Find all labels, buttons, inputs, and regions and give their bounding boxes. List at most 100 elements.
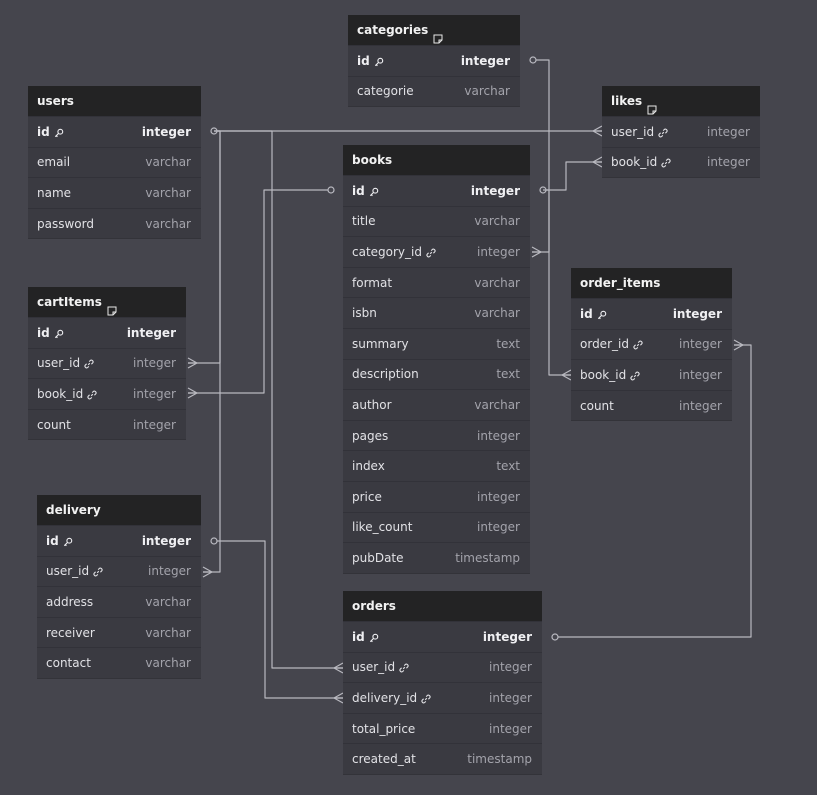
field-name: summary	[352, 336, 409, 351]
field-name: index	[352, 459, 385, 474]
field-row[interactable]: user_id integer	[37, 555, 201, 587]
rel-books-cartitems[interactable]	[187, 186, 335, 399]
field-row[interactable]: id integer	[28, 317, 186, 348]
field-row[interactable]: address varchar	[37, 586, 201, 617]
field-name-group: book_id	[37, 387, 97, 401]
field-name-group: isbn	[352, 306, 377, 320]
field-row[interactable]: price integer	[343, 480, 530, 512]
table-header[interactable]: delivery	[37, 495, 201, 525]
field-row[interactable]: password varchar	[28, 207, 201, 239]
note-icon[interactable]	[433, 25, 443, 44]
field-name: address	[46, 594, 94, 609]
field-row[interactable]: contact varchar	[37, 647, 201, 678]
field-name: title	[352, 214, 376, 229]
many-end-marker	[733, 339, 744, 351]
field-name: user_id	[37, 356, 81, 371]
key-icon	[374, 56, 384, 66]
field-row[interactable]: name varchar	[28, 177, 201, 208]
table-users[interactable]: users id integer email varchar name varchar pas…	[28, 86, 201, 239]
field-name-group: author	[352, 398, 392, 412]
field-name-group: delivery_id	[352, 691, 431, 705]
field-row[interactable]: id integer	[343, 621, 542, 652]
one-end-marker	[327, 186, 335, 194]
field-name-group: id	[352, 184, 379, 198]
field-row[interactable]: id integer	[37, 525, 201, 556]
field-row[interactable]: id integer	[343, 175, 530, 206]
link-icon	[399, 662, 409, 673]
rel-books-likes[interactable]	[539, 156, 603, 194]
field-row[interactable]: book_id integer	[28, 378, 186, 409]
field-row[interactable]: user_id integer	[28, 347, 186, 379]
field-type: integer	[489, 660, 532, 675]
field-row[interactable]: email varchar	[28, 146, 201, 178]
rel-users-delivery[interactable]	[202, 130, 221, 578]
field-type: varchar	[145, 216, 191, 231]
field-row[interactable]: count integer	[571, 389, 732, 421]
field-row[interactable]: title varchar	[343, 205, 530, 237]
field-name: pubDate	[352, 550, 404, 565]
note-icon[interactable]	[647, 96, 657, 115]
table-header[interactable]: orders	[343, 591, 542, 621]
field-row[interactable]: order_id integer	[571, 328, 732, 360]
field-row[interactable]: category_id integer	[343, 236, 530, 267]
field-type: varchar	[145, 594, 191, 609]
field-type: integer	[707, 124, 750, 139]
field-type: integer	[126, 325, 176, 340]
table-header[interactable]: likes	[602, 86, 760, 116]
rel-delivery-orders[interactable]	[210, 537, 344, 704]
field-row[interactable]: book_id integer	[571, 359, 732, 390]
table-categories[interactable]: categories id integer categorie varchar	[348, 15, 520, 107]
rel-users-orders[interactable]	[214, 130, 344, 674]
field-row[interactable]: index text	[343, 450, 530, 481]
field-row[interactable]: count integer	[28, 408, 186, 440]
field-row[interactable]: id integer	[571, 298, 732, 329]
table-header[interactable]: categories	[348, 15, 520, 45]
table-header[interactable]: order_items	[571, 268, 732, 298]
table-header[interactable]: users	[28, 86, 201, 116]
field-type: integer	[460, 53, 510, 68]
field-type: varchar	[145, 185, 191, 200]
field-name: pages	[352, 428, 389, 443]
field-name: id	[580, 306, 593, 321]
field-name-group: count	[580, 399, 614, 413]
rel-books-orderitems[interactable]	[543, 189, 572, 381]
field-name-group: email	[37, 155, 70, 169]
field-row[interactable]: author varchar	[343, 389, 530, 420]
table-title: delivery	[46, 503, 101, 517]
field-name: book_id	[580, 367, 627, 382]
field-row[interactable]: total_price integer	[343, 712, 542, 744]
table-cartItems[interactable]: cartItems id integer user_id integer book_id i…	[28, 287, 186, 440]
table-delivery[interactable]: delivery id integer user_id integer address va…	[37, 495, 201, 678]
field-name-group: book_id	[611, 155, 671, 169]
field-row[interactable]: format varchar	[343, 266, 530, 298]
field-row[interactable]: created_at timestamp	[343, 743, 542, 774]
table-likes[interactable]: likes user_id integer book_id integer	[602, 86, 760, 178]
field-row[interactable]: id integer	[28, 116, 201, 147]
field-row[interactable]: summary text	[343, 327, 530, 359]
table-header[interactable]: books	[343, 145, 530, 175]
field-row[interactable]: isbn varchar	[343, 297, 530, 328]
rel-users-likes[interactable]	[210, 125, 603, 137]
field-name-group: address	[46, 595, 93, 609]
rel-categories-books[interactable]	[529, 56, 550, 258]
field-row[interactable]: pages integer	[343, 419, 530, 451]
field-row[interactable]: user_id integer	[602, 116, 760, 147]
table-books[interactable]: books id integer title varchar category_id int…	[343, 145, 530, 573]
field-name: description	[352, 367, 419, 382]
field-row[interactable]: book_id integer	[602, 146, 760, 178]
field-row[interactable]: description text	[343, 358, 530, 390]
note-icon[interactable]	[107, 297, 117, 316]
table-order_items[interactable]: order_items id integer order_id integer book_…	[571, 268, 732, 421]
field-name-group: user_id	[46, 564, 103, 578]
field-row[interactable]: pubDate timestamp	[343, 542, 530, 573]
field-type: integer	[133, 356, 176, 371]
field-row[interactable]: user_id integer	[343, 651, 542, 683]
table-header[interactable]: cartItems	[28, 287, 186, 317]
field-row[interactable]: like_count integer	[343, 511, 530, 543]
table-orders[interactable]: orders id integer user_id integer delivery_id…	[343, 591, 542, 774]
field-row[interactable]: delivery_id integer	[343, 682, 542, 713]
field-row[interactable]: id integer	[348, 45, 520, 76]
field-row[interactable]: categorie varchar	[348, 75, 520, 107]
field-row[interactable]: receiver varchar	[37, 616, 201, 648]
link-icon	[426, 247, 436, 258]
